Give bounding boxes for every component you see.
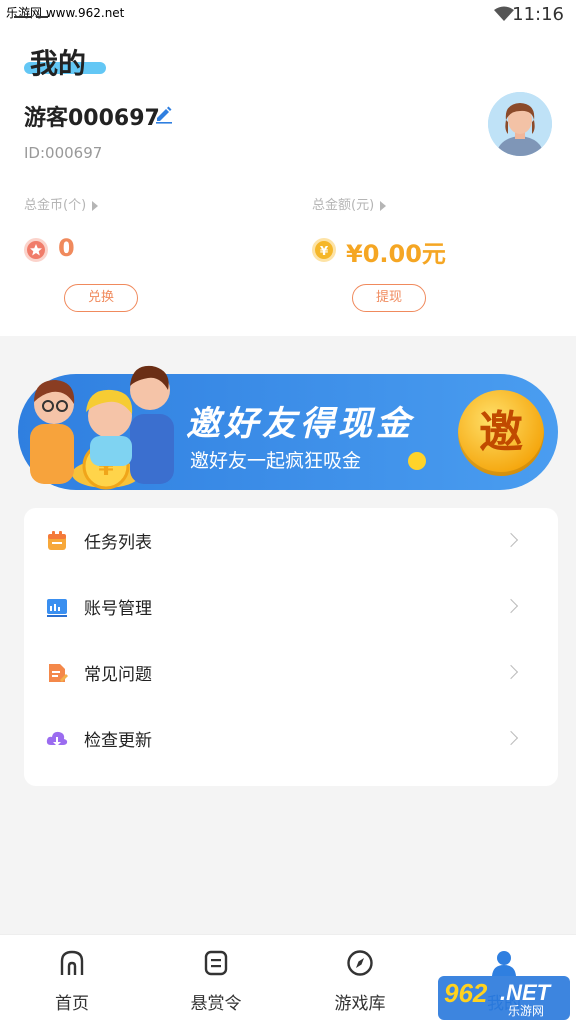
nav-item-bounty[interactable]: 悬赏令 xyxy=(144,935,288,1024)
total-amount-value: ¥0.00元 xyxy=(346,240,446,268)
total-amount-label[interactable]: 总金额(元) xyxy=(312,194,387,213)
menu-item-label: 常见问题 xyxy=(84,665,152,685)
status-bar: 乐游网 www.962.net 11:16 xyxy=(0,0,576,30)
menu-item-faq[interactable]: 常见问题 xyxy=(24,640,558,706)
menu-item-label: 检查更新 xyxy=(84,731,152,751)
site-watermark-logo: 962 .NET 乐游网 xyxy=(438,976,570,1020)
compass-icon xyxy=(347,950,373,976)
menu-item-check-update[interactable]: 检查更新 xyxy=(24,706,558,772)
coin-icon xyxy=(24,238,48,262)
menu-card: 任务列表 账号管理 常见问题 检查更新 xyxy=(24,508,558,786)
total-coins-label[interactable]: 总金币(个) xyxy=(24,194,99,213)
menu-item-task-list[interactable]: 任务列表 xyxy=(24,508,558,574)
avatar-illustration-icon xyxy=(488,92,552,156)
menu-item-label: 账号管理 xyxy=(84,599,152,619)
username: 游客000697 xyxy=(24,106,160,131)
exchange-button[interactable]: 兑换 xyxy=(64,284,138,312)
user-icon xyxy=(492,951,516,976)
status-time: 11:16 xyxy=(512,4,564,25)
page-title: 我的 xyxy=(30,47,87,80)
chevron-right-icon xyxy=(503,664,519,680)
total-coins-value: 0 xyxy=(58,234,75,262)
banner-subtitle: 邀好友一起疯狂吸金 xyxy=(190,450,362,472)
invite-button[interactable]: 邀 xyxy=(458,390,544,476)
banner-title: 邀好友得现金 xyxy=(186,404,414,444)
nav-label: 首页 xyxy=(55,994,89,1014)
account-manage-icon xyxy=(47,599,67,617)
caret-right-icon xyxy=(380,200,387,211)
caret-right-icon xyxy=(92,200,99,211)
bounty-icon xyxy=(204,950,228,976)
menu-item-label: 任务列表 xyxy=(84,533,152,553)
nav-label: 游戏库 xyxy=(334,994,386,1014)
user-id: ID:000697 xyxy=(24,144,103,162)
chevron-right-icon xyxy=(503,532,519,548)
profile-section: 我的 游客000697 ID:000697 总金币(个) 0 兑换 总金额(元) xyxy=(0,30,576,336)
task-list-icon xyxy=(48,531,66,550)
invite-banner[interactable]: ¥ 邀好友得现金 邀好友一起疯狂吸金 邀 xyxy=(18,365,558,490)
nav-label: 悬赏令 xyxy=(190,994,242,1014)
withdraw-button[interactable]: 提现 xyxy=(352,284,426,312)
nav-item-home[interactable]: 首页 xyxy=(0,935,144,1024)
faq-icon xyxy=(49,664,68,682)
edit-icon[interactable] xyxy=(154,104,174,124)
friends-illustration-icon: ¥ xyxy=(30,365,174,490)
wifi-icon xyxy=(494,6,514,21)
svg-text:¥: ¥ xyxy=(320,244,329,258)
menu-item-account-manage[interactable]: 账号管理 xyxy=(24,574,558,640)
avatar[interactable] xyxy=(488,92,552,156)
notification-lines-icon xyxy=(14,16,50,26)
small-coin-icon xyxy=(408,452,426,470)
nav-item-game-library[interactable]: 游戏库 xyxy=(288,935,432,1024)
chevron-right-icon xyxy=(503,730,519,746)
yuan-coin-icon: ¥ xyxy=(312,238,336,262)
cloud-update-icon xyxy=(46,731,68,746)
home-icon xyxy=(60,950,84,975)
chevron-right-icon xyxy=(503,598,519,614)
